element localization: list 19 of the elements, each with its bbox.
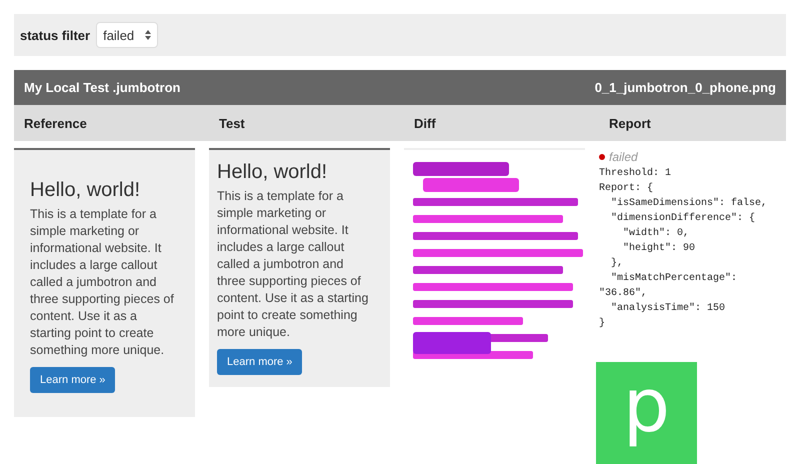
logo-letter: p [623,366,670,446]
card-heading: Hello, world! [217,160,328,184]
card-text: This is a template for a simple marketing or informational website. It includes a large callout called a jumbotron and three supporting pieces of content. Use it as a starting point to create something more unique. [30,206,175,359]
sort-caret-icon [145,30,152,40]
test-title: My Local Test .jumbotron [24,80,180,95]
column-header: Diff [413,116,437,130]
column-header: Test [218,116,246,130]
column-header: Report [608,116,652,130]
status-dot [599,154,605,160]
learn-more-button[interactable]: Learn more » [217,349,302,375]
column-header: Reference [23,116,88,130]
status-select[interactable]: failed [96,22,158,48]
card-text: This is a template for a simple marketing or informational website. It includes a large callout called a jumbotron and three supporting pieces of content. Use it as a starting point to create something more unique. [217,188,370,341]
status-text: failed [609,150,638,164]
filter-label: status filter [20,28,90,42]
file-name: 0_1_jumbotron_0_phone.png [594,80,776,95]
card-heading: Hello, world! [30,178,142,202]
report-json: Threshold: 1 Report: { "isSameDimensions": false, "dimensionDifference": { "width": 0, "height": 90 }, "misMatchPercentage": "36.86", "analysisTime": 150 } [599,166,768,331]
learn-more-button[interactable]: Learn more » [30,367,116,393]
